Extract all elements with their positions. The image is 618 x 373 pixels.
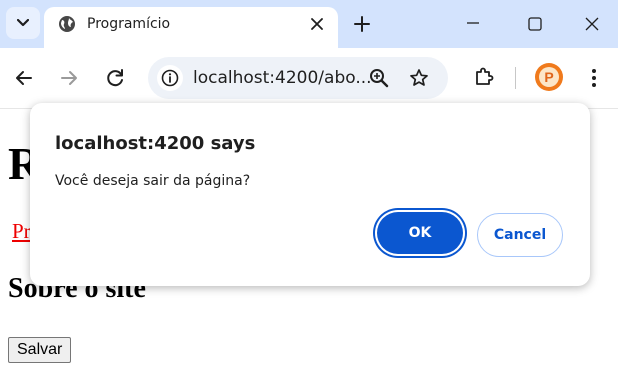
browser-tab[interactable]: Programício [44,7,338,48]
tab-search-button[interactable] [6,7,40,39]
plus-icon[interactable] [352,14,372,34]
globe-icon [59,16,75,32]
extensions-icon[interactable] [472,65,496,89]
dialog-title: localhost:4200 says [55,133,256,154]
cancel-button[interactable]: Cancel [477,213,563,257]
back-icon[interactable] [14,68,34,88]
nav-link[interactable]: Pr [12,219,31,244]
zoom-icon[interactable] [369,68,389,88]
confirm-dialog: localhost:4200 says Você deseja sair da … [30,103,590,286]
site-info-button[interactable] [157,65,183,91]
star-icon[interactable] [409,68,429,88]
address-bar[interactable]: localhost:4200/abo... [148,57,448,99]
window-close-icon[interactable] [585,17,599,31]
ok-button[interactable]: OK [377,212,463,254]
save-button[interactable]: Salvar [8,337,72,363]
toolbar-divider [515,67,516,89]
profile-avatar[interactable]: P [535,63,563,91]
dialog-message: Você deseja sair da página? [55,173,251,189]
more-vert-icon[interactable] [590,67,598,89]
tab-close-button[interactable] [308,15,326,33]
forward-icon[interactable] [59,68,79,88]
minimize-icon[interactable] [466,15,480,31]
profile-initial: P [539,67,559,87]
browser-toolbar: localhost:4200/abo... P [0,48,618,109]
url-text[interactable]: localhost:4200/abo... [193,68,372,88]
close-icon [311,18,323,30]
reload-icon[interactable] [104,67,126,89]
site-info-icon [161,69,179,87]
tab-strip: Programício [0,0,618,48]
maximize-icon[interactable] [528,17,542,31]
chevron-down-icon [17,19,29,27]
tab-title: Programício [87,16,171,32]
